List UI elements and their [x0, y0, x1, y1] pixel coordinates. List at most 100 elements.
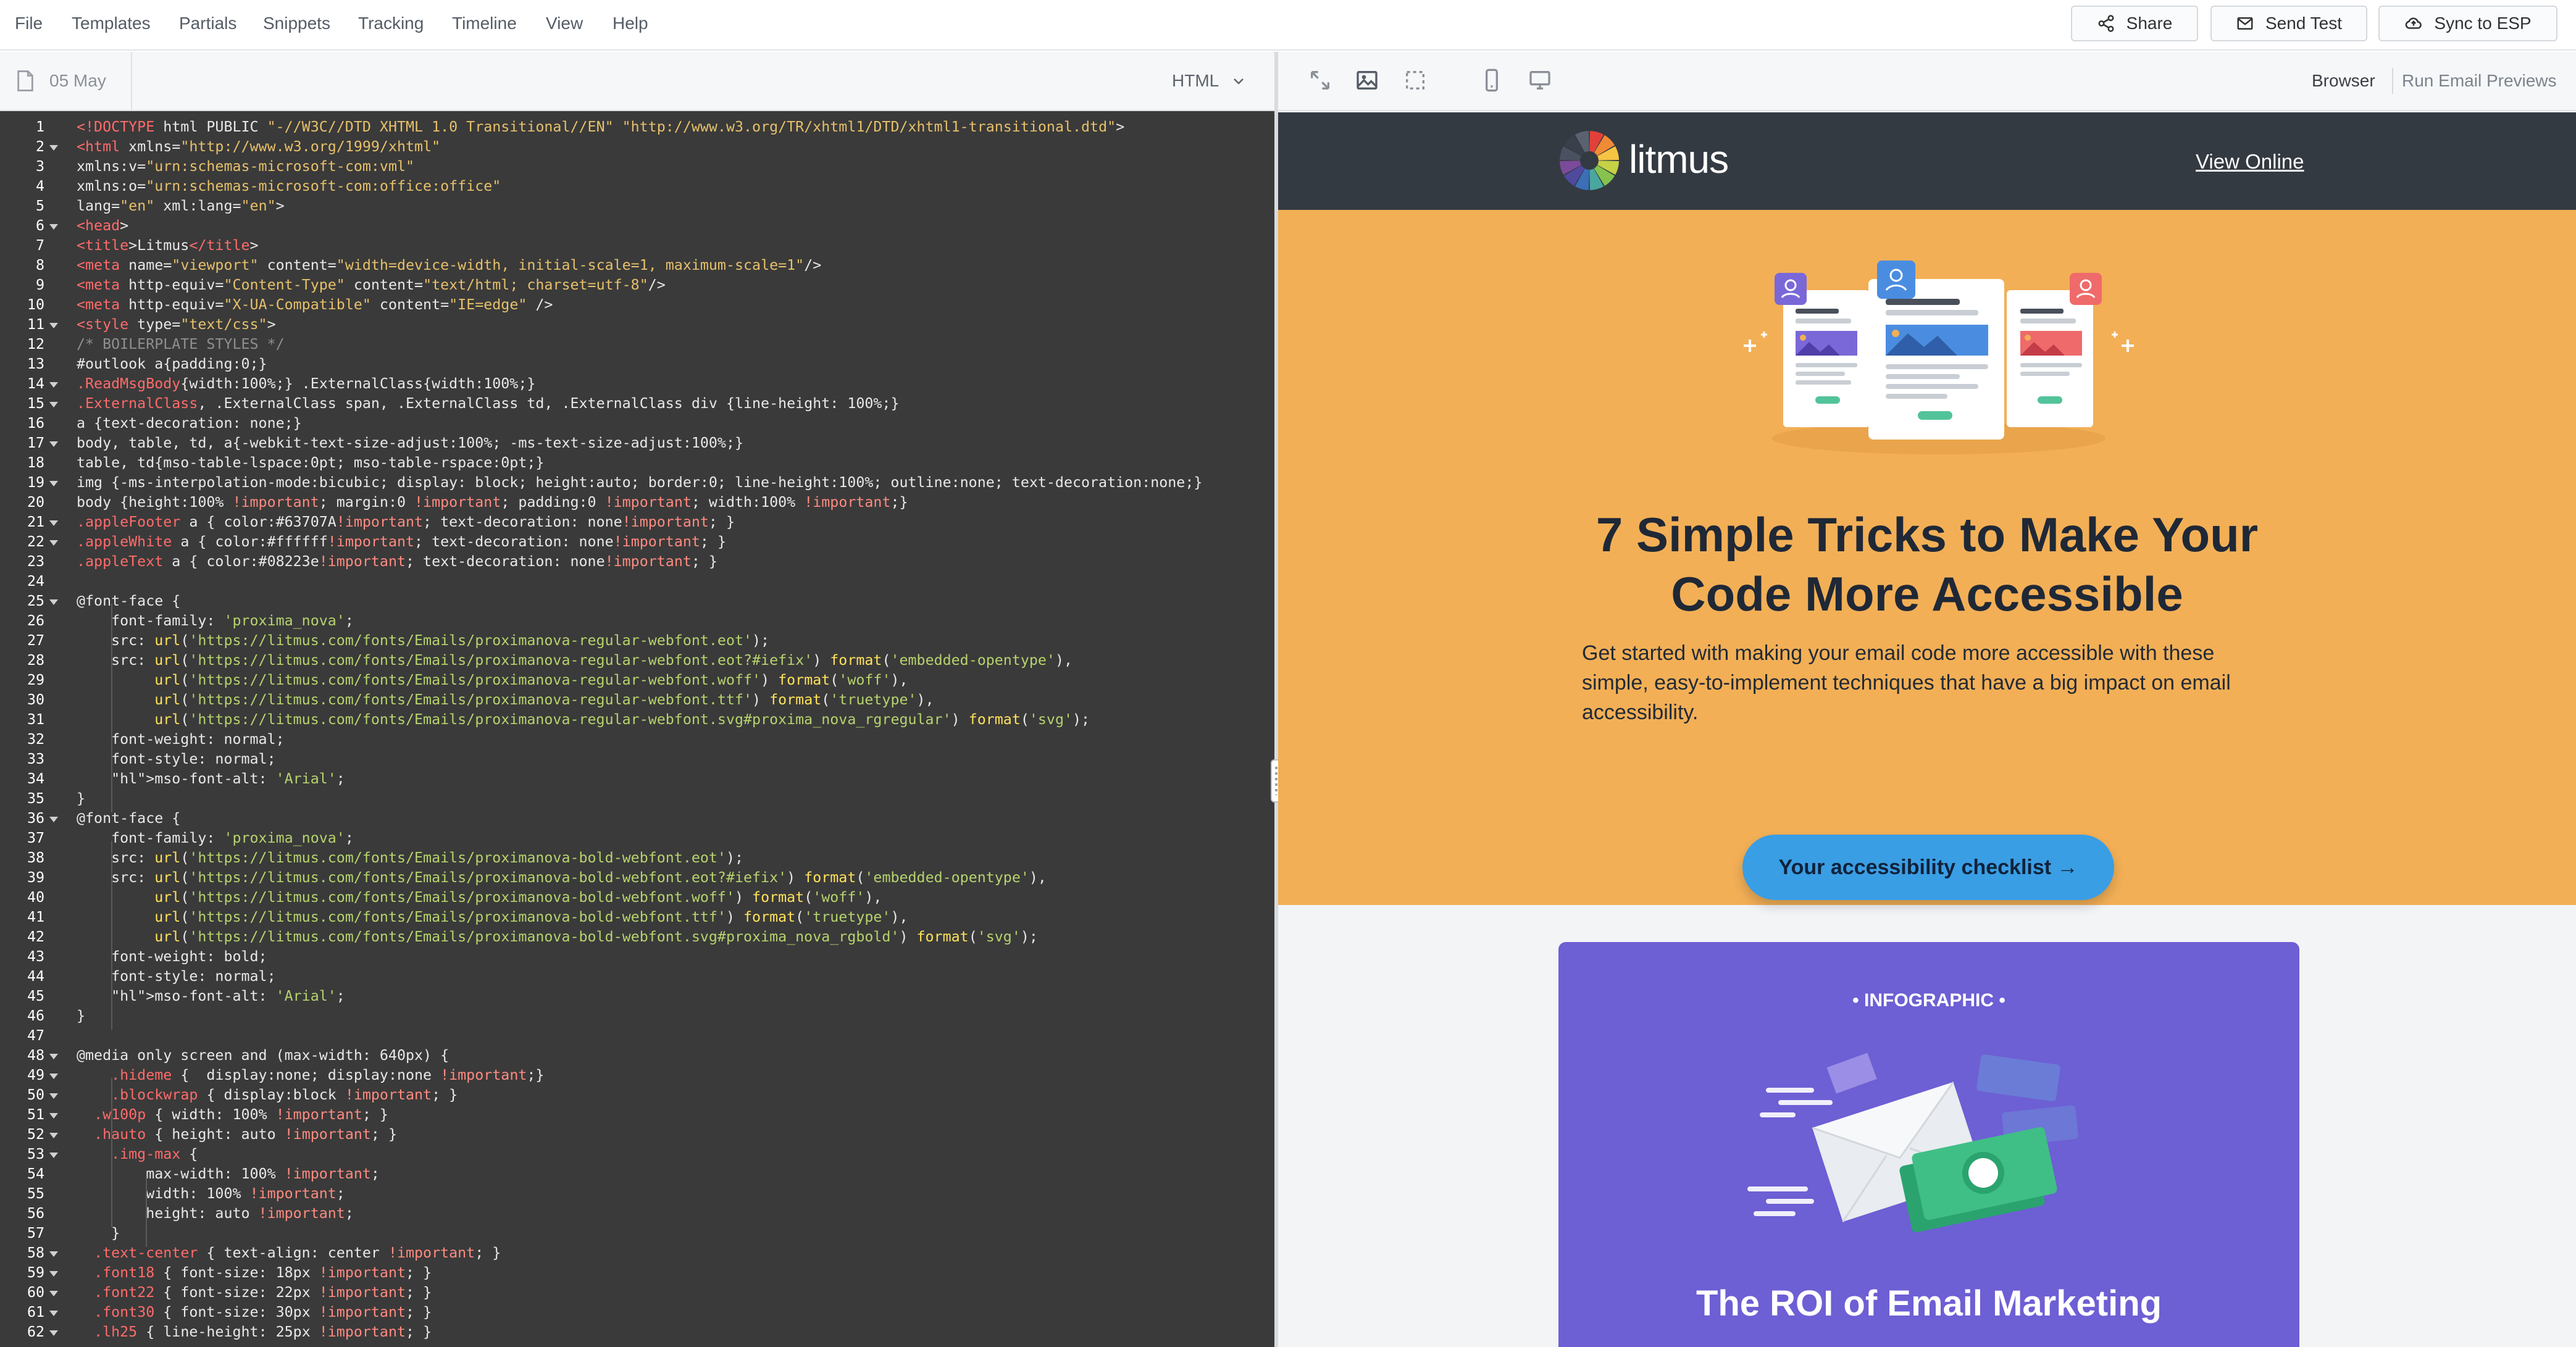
- expand-icon[interactable]: [1308, 68, 1332, 93]
- code-line: url('https://litmus.com/fonts/Emails/pro…: [154, 672, 908, 688]
- image-icon[interactable]: [1355, 68, 1379, 93]
- fold-arrow-icon[interactable]: [48, 1249, 59, 1258]
- fold-arrow-icon[interactable]: [48, 479, 59, 488]
- code-line: @media only screen and (max-width: 640px…: [77, 1047, 450, 1064]
- hero-body: Get started with making your email code …: [1582, 638, 2298, 727]
- file-tab[interactable]: 05 May: [0, 52, 132, 110]
- line-number: 46: [27, 1007, 44, 1024]
- chevron-down-icon[interactable]: [1231, 73, 1246, 89]
- fold-arrow-icon[interactable]: [48, 440, 59, 448]
- line-number: 3: [35, 158, 44, 175]
- line-number: 24: [27, 573, 44, 590]
- line-number: 22: [27, 533, 44, 550]
- menu-partials[interactable]: Partials: [179, 12, 236, 35]
- indent-guide: [111, 841, 112, 1030]
- select-region-icon[interactable]: [1403, 68, 1428, 93]
- menu-view[interactable]: View: [546, 12, 583, 35]
- fold-arrow-icon[interactable]: [48, 1072, 59, 1080]
- desktop-view-icon[interactable]: [1528, 68, 1552, 93]
- fold-arrow-icon[interactable]: [48, 143, 59, 152]
- fold-arrow-icon[interactable]: [48, 380, 59, 389]
- line-number: 26: [27, 612, 44, 629]
- code-line: a {text-decoration: none;}: [77, 415, 302, 432]
- code-line: .ExternalClass, .ExternalClass span, .Ex…: [77, 395, 900, 412]
- tab-browser[interactable]: Browser: [2312, 70, 2375, 91]
- share-button[interactable]: Share: [2071, 6, 2198, 41]
- fold-arrow-icon[interactable]: [48, 1131, 59, 1140]
- menu-templates[interactable]: Templates: [72, 12, 151, 35]
- menu-help[interactable]: Help: [613, 12, 648, 35]
- view-online-link[interactable]: View Online: [2196, 149, 2304, 174]
- line-number: 32: [27, 731, 44, 748]
- sync-to-esp-button[interactable]: Sync to ESP: [2378, 6, 2557, 41]
- code-line: src: url('https://litmus.com/fonts/Email…: [77, 632, 770, 649]
- line-number: 58: [27, 1245, 44, 1261]
- line-number: 35: [27, 790, 44, 807]
- fold-arrow-icon[interactable]: [48, 1269, 59, 1278]
- fold-arrow-icon[interactable]: [48, 1052, 59, 1061]
- code-line: table, td{mso-table-lspace:0pt; mso-tabl…: [77, 454, 545, 471]
- menu-timeline[interactable]: Timeline: [452, 12, 517, 35]
- tab-divider: [2392, 68, 2393, 94]
- fold-arrow-icon[interactable]: [48, 321, 59, 330]
- fold-arrow-icon[interactable]: [48, 1289, 59, 1298]
- line-number: 48: [27, 1047, 44, 1064]
- code-line: img {-ms-interpolation-mode:bicubic; dis…: [77, 474, 1203, 491]
- accessibility-checklist-button[interactable]: Your accessibility checklist →: [1742, 835, 2114, 900]
- line-number: 7: [35, 237, 44, 254]
- code-line: .lh25 { line-height: 25px !important; }: [94, 1324, 432, 1340]
- fold-arrow-icon[interactable]: [48, 519, 59, 527]
- email-templates-illustration: [1744, 261, 2134, 454]
- line-number: 37: [27, 830, 44, 846]
- line-number: 23: [27, 553, 44, 570]
- line-number: 4: [35, 178, 44, 194]
- language-select[interactable]: HTML: [1172, 70, 1219, 91]
- code-line: font-style: normal;: [77, 751, 276, 767]
- fold-arrow-icon[interactable]: [48, 815, 59, 824]
- fold-arrow-icon[interactable]: [48, 400, 59, 409]
- tab-run-email-previews[interactable]: Run Email Previews: [2402, 70, 2557, 91]
- line-number: 6: [35, 217, 44, 234]
- fold-arrow-icon[interactable]: [48, 1151, 59, 1159]
- code-line: "hl">mso-font-alt: 'Arial';: [111, 770, 345, 787]
- menu-file[interactable]: File: [15, 12, 43, 35]
- mobile-view-icon[interactable]: [1479, 68, 1504, 93]
- line-number: 30: [27, 691, 44, 708]
- code-area[interactable]: 1 <!DOCTYPE html PUBLIC "-//W3C//DTD XHTM…: [0, 111, 1274, 1347]
- fold-arrow-icon[interactable]: [48, 1328, 59, 1337]
- line-number: 21: [27, 514, 44, 530]
- fold-arrow-icon[interactable]: [48, 538, 59, 547]
- code-line: url('https://litmus.com/fonts/Emails/pro…: [154, 691, 934, 708]
- menu-snippets[interactable]: Snippets: [263, 12, 330, 35]
- line-number: 33: [27, 751, 44, 767]
- line-number: 27: [27, 632, 44, 649]
- fold-arrow-icon[interactable]: [48, 1309, 59, 1317]
- fold-arrow-icon[interactable]: [48, 1091, 59, 1100]
- code-line: }: [77, 1007, 86, 1024]
- preview-toolbar: Browser Run Email Previews: [1278, 52, 2576, 111]
- line-number: 40: [27, 889, 44, 906]
- line-number: 8: [35, 257, 44, 273]
- code-line: }: [77, 1225, 120, 1241]
- code-line: url('https://litmus.com/fonts/Emails/pro…: [154, 889, 882, 906]
- fold-arrow-icon[interactable]: [48, 598, 59, 606]
- code-line: max-width: 100% !important;: [77, 1166, 380, 1182]
- indent-guide: [111, 1078, 112, 1227]
- code-line: }: [77, 790, 86, 807]
- send-test-button[interactable]: Send Test: [2210, 6, 2367, 41]
- fold-arrow-icon[interactable]: [48, 222, 59, 231]
- cloud-sync-icon: [2406, 17, 2422, 29]
- preview-pane: Browser Run Email Previews litmus View O…: [1278, 52, 2576, 1347]
- fold-arrow-icon[interactable]: [48, 1111, 59, 1120]
- code-line: lang="en" xml:lang="en">: [77, 198, 285, 214]
- code-line: src: url('https://litmus.com/fonts/Email…: [77, 869, 1047, 886]
- line-number: 56: [27, 1205, 44, 1222]
- email-header: litmus View Online: [1278, 112, 2576, 210]
- line-number: 10: [27, 296, 44, 313]
- code-line: body {height:100% !important; margin:0 !…: [77, 494, 908, 511]
- menu-tracking[interactable]: Tracking: [358, 12, 424, 35]
- line-number: 28: [27, 652, 44, 669]
- code-line: .hauto { height: auto !important; }: [94, 1126, 397, 1143]
- code-line: font-weight: normal;: [77, 731, 285, 748]
- code-line: font-style: normal;: [77, 968, 276, 985]
